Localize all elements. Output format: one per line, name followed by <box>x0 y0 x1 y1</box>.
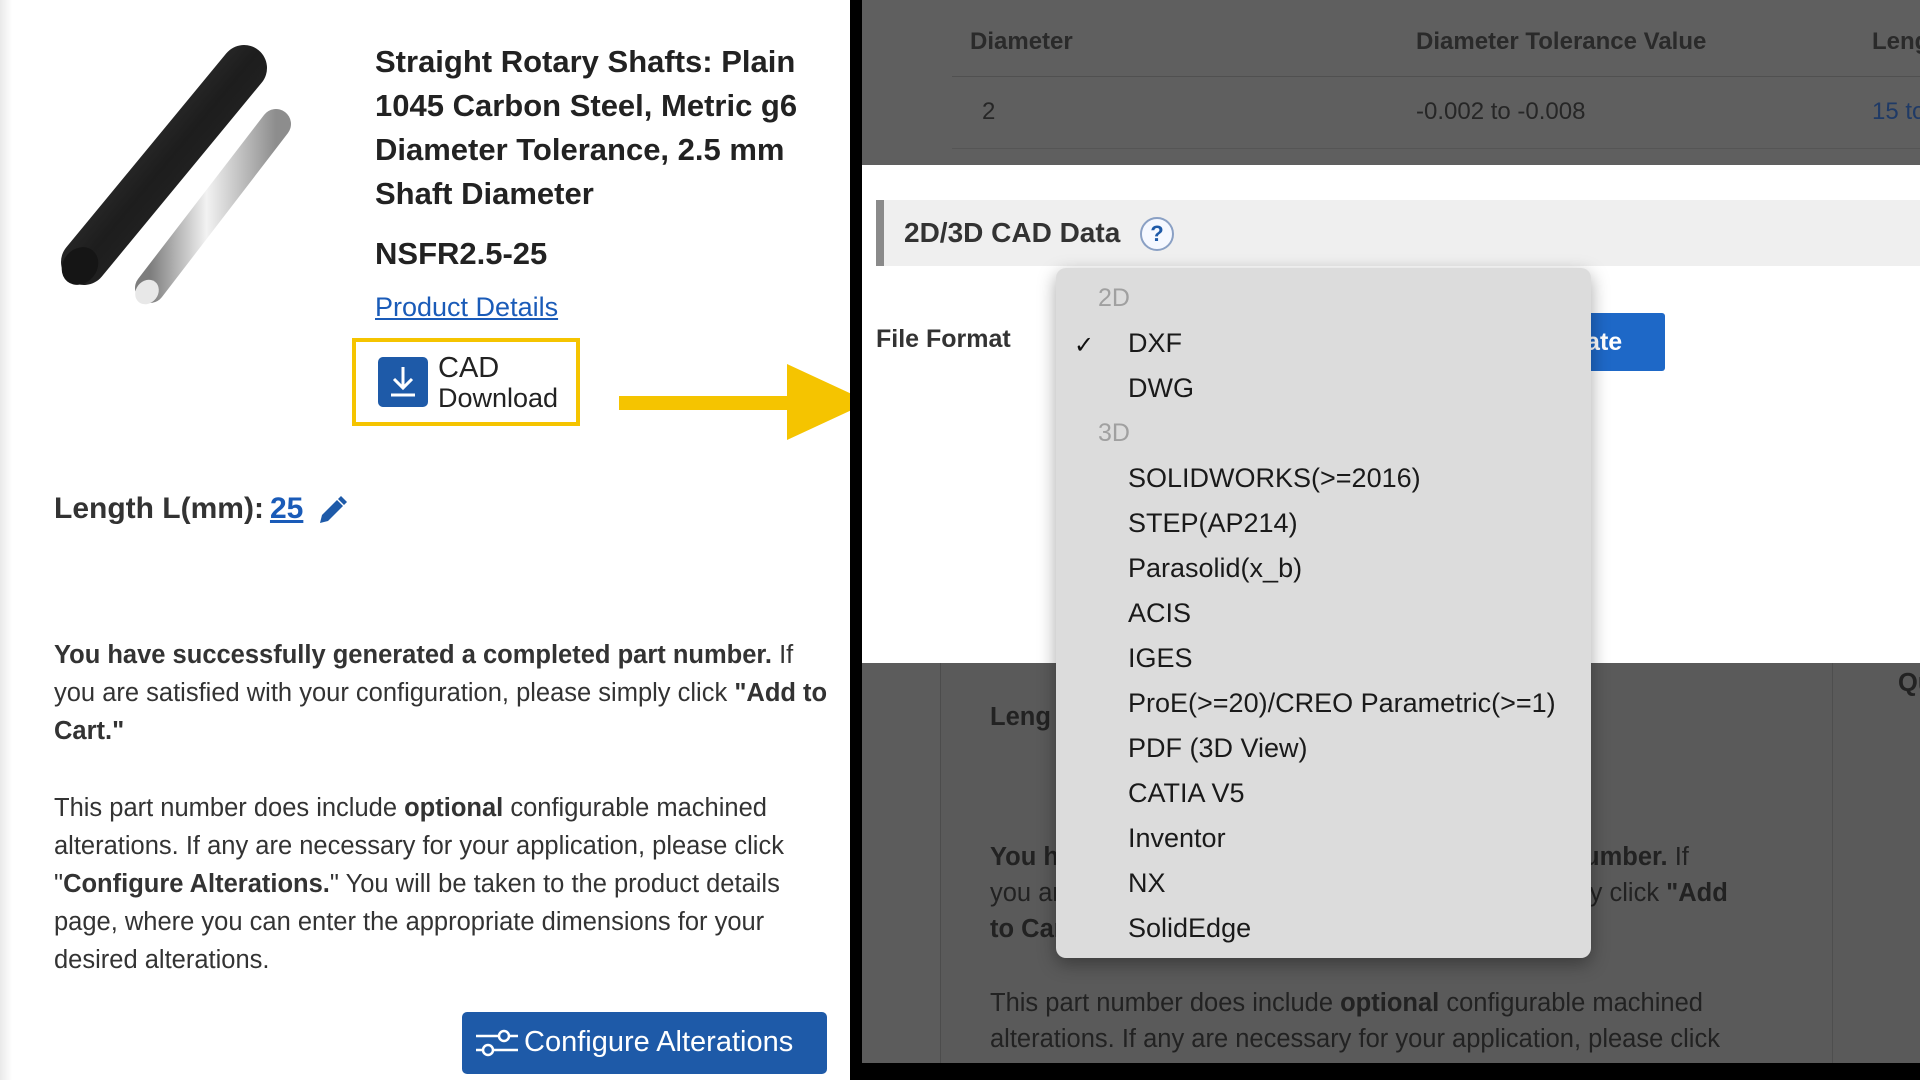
configure-alterations-label: Configure Alterations <box>524 1026 794 1058</box>
help-icon[interactable]: ? <box>1140 217 1174 251</box>
dimmed-text-bold: umber. <box>1584 843 1668 871</box>
file-format-label: File Format <box>876 325 1011 353</box>
dimmed-length-label: Leng <box>990 703 1051 731</box>
success-bold: You have successfully generated a comple… <box>54 641 773 669</box>
cell-diameter: 2 <box>982 98 996 125</box>
dimmed-text-tail: If <box>1667 843 1689 871</box>
dropdown-item-solidworks[interactable]: SOLIDWORKS(>=2016) <box>1128 463 1421 494</box>
dimmed-text: This part number does include optional c… <box>990 989 1703 1018</box>
panel-edge <box>0 0 12 1080</box>
dimmed-text: to Car <box>990 915 1064 943</box>
dimmed-text-bold: optional <box>1340 989 1440 1017</box>
cad-data-title: 2D/3D CAD Data <box>904 217 1121 248</box>
product-title: Straight Rotary Shafts: Plain 1045 Carbo… <box>375 44 798 211</box>
dropdown-item-proe-creo[interactable]: ProE(>=20)/CREO Parametric(>=1) <box>1128 688 1556 719</box>
cad-label: CAD <box>438 352 500 384</box>
success-message: You have successfully generated a comple… <box>54 636 834 750</box>
product-panel: Straight Rotary Shafts: Plain 1045 Carbo… <box>0 0 850 1080</box>
dimmed-text-a: ly click <box>1584 879 1667 907</box>
length-row: Length L(mm): 25 <box>54 492 303 526</box>
col-diameter: Diameter <box>970 28 1073 55</box>
product-details-link[interactable]: Product Details <box>375 292 558 323</box>
part-number: NSFR2.5-25 <box>375 236 548 271</box>
cad-data-header: 2D/3D CAD Data ? <box>876 200 1920 266</box>
sliders-icon <box>476 1029 518 1057</box>
file-format-dropdown: 2D ✓ DXF DWG 3D SOLIDWORKS(>=2016) STEP(… <box>1056 268 1591 958</box>
dropdown-item-step[interactable]: STEP(AP214) <box>1128 508 1298 539</box>
shaft-product-image <box>61 45 291 305</box>
dropdown-item-acis[interactable]: ACIS <box>1128 598 1191 629</box>
dropdown-item-parasolid[interactable]: Parasolid(x_b) <box>1128 553 1302 584</box>
configure-bold: Configure Alterations. <box>63 870 330 898</box>
dimmed-qty-column <box>1832 663 1920 1063</box>
length-value-link[interactable]: 25 <box>270 492 303 525</box>
col-tolerance: Diameter Tolerance Value <box>1416 28 1707 55</box>
dropdown-item-inventor[interactable]: Inventor <box>1128 823 1226 854</box>
dimmed-qty-label: Qu <box>1898 669 1920 697</box>
row-divider <box>952 76 1920 77</box>
cad-download-button[interactable]: CAD Download <box>352 338 580 426</box>
dimmed-text-a: This part number does include <box>990 989 1341 1017</box>
yellow-arrow-icon <box>619 364 869 440</box>
dimmed-text-b: configurable machined <box>1439 989 1703 1017</box>
dropdown-item-nx[interactable]: NX <box>1128 868 1166 899</box>
alterations-message: This part number does include optional c… <box>54 789 844 979</box>
length-label: Length L(mm): <box>54 492 264 525</box>
dimmed-text: umber. If <box>1584 843 1689 872</box>
dropdown-group-2d: 2D <box>1098 284 1130 312</box>
dropdown-item-dwg[interactable]: DWG <box>1128 373 1194 404</box>
dropdown-group-3d: 3D <box>1098 419 1130 447</box>
download-label: Download <box>438 383 559 413</box>
cell-tolerance: -0.002 to -0.008 <box>1416 98 1586 125</box>
dropdown-item-catia[interactable]: CATIA V5 <box>1128 778 1245 809</box>
dropdown-item-solidedge[interactable]: SolidEdge <box>1128 913 1251 944</box>
row-divider <box>952 148 1920 149</box>
dropdown-item-iges[interactable]: IGES <box>1128 643 1193 674</box>
col-length: Leng <box>1872 28 1920 55</box>
checkmark-icon: ✓ <box>1074 332 1095 359</box>
configure-alterations-button[interactable]: Configure Alterations <box>462 1012 827 1074</box>
dimmed-text: you ar <box>990 879 1061 907</box>
dimmed-spec-table: Diameter Diameter Tolerance Value Leng 2… <box>862 0 1920 165</box>
dimmed-text: alterations. If any are necessary for yo… <box>990 1025 1720 1053</box>
dimmed-text-bold: "Add <box>1666 879 1728 907</box>
alter-text-a: This part number does include <box>54 794 405 822</box>
cell-length: 15 to <box>1872 98 1920 125</box>
download-icon <box>378 357 428 407</box>
optional-bold: optional <box>404 794 504 822</box>
dimmed-text: ly click "Add <box>1584 879 1728 908</box>
cad-screenshot-panel: Diameter Diameter Tolerance Value Leng 2… <box>850 0 1920 1080</box>
dropdown-item-pdf-3d[interactable]: PDF (3D View) <box>1128 733 1308 764</box>
dropdown-item-dxf[interactable]: DXF <box>1128 328 1182 359</box>
pencil-edit-icon[interactable] <box>316 495 348 527</box>
